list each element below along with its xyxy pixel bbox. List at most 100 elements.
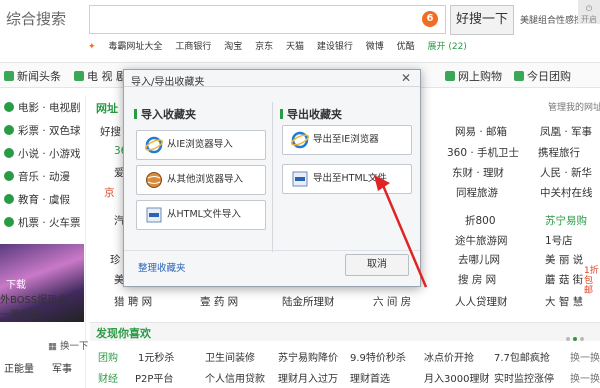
site-link[interactable]: 珍: [110, 252, 121, 267]
unfold-link[interactable]: 展开 (22): [428, 42, 467, 52]
game-ad-caption[interactable]: 外BOSS爆现金: [0, 291, 67, 306]
site-link[interactable]: 京: [104, 185, 115, 200]
news-link[interactable]: 9.9特价秒杀: [350, 349, 406, 364]
quick-link[interactable]: 淘宝: [224, 42, 242, 52]
ie-icon: [291, 131, 309, 149]
sidebar-item-lottery[interactable]: 彩票 · 双色球: [4, 123, 81, 138]
sidebar-item-music[interactable]: 音乐 · 动漫: [4, 169, 70, 184]
search-button[interactable]: 好搜一下: [450, 5, 514, 35]
organize-favorites-link[interactable]: 整理收藏夹: [138, 260, 186, 274]
site-link[interactable]: 同程旅游: [456, 185, 498, 200]
top-search-bar: 综合搜索 6 好搜一下 美腿组合性感撩人 ✦ 毒霸网址大全 工商银行 淘宝 京东…: [0, 0, 600, 62]
category-shopping[interactable]: 网上购物: [445, 68, 502, 84]
quick-link[interactable]: 天猫: [286, 42, 304, 52]
ie-icon: [145, 136, 163, 154]
tab-military[interactable]: 军事: [52, 360, 72, 375]
swap-button[interactable]: ▦ 换一下: [48, 338, 89, 352]
import-from-html-button[interactable]: 从HTML文件导入: [136, 200, 266, 230]
search-badge-icon[interactable]: 6: [422, 11, 438, 27]
site-link[interactable]: 网易 · 邮箱: [455, 124, 507, 139]
site-link[interactable]: 好搜: [100, 124, 121, 139]
open-toggle-button[interactable]: ⏻ 开启: [578, 0, 600, 24]
site-link[interactable]: 360 · 手机卫士: [447, 145, 519, 160]
site-link[interactable]: 苏宁易购: [545, 213, 587, 228]
quick-link[interactable]: 毒霸网址大全: [108, 42, 162, 52]
site-link[interactable]: 陆金所理财: [282, 294, 335, 309]
close-icon[interactable]: ✕: [401, 71, 411, 85]
quick-link[interactable]: 工商银行: [175, 42, 211, 52]
quick-link[interactable]: 微博: [366, 42, 384, 52]
hot-icon: ✦: [88, 42, 96, 52]
html-file-icon: [146, 207, 162, 223]
site-link[interactable]: 蘑 菇 街: [545, 272, 583, 287]
manage-sites-link[interactable]: 管理我的网址: [548, 100, 600, 113]
news-link[interactable]: 卫生间装修: [205, 349, 255, 364]
site-link[interactable]: 去哪儿网: [458, 252, 500, 267]
tab-positive[interactable]: 正能量: [4, 360, 34, 375]
site-link[interactable]: 1号店: [545, 233, 573, 248]
site-link[interactable]: 人人贷理财: [455, 294, 508, 309]
search-category-label[interactable]: 综合搜索: [6, 8, 66, 29]
site-link[interactable]: 凤凰 · 军事: [540, 124, 592, 139]
sidebar-item-education[interactable]: 教育 · 虞假: [4, 192, 70, 207]
news-link[interactable]: 1元秒杀: [138, 349, 174, 364]
carousel-dots[interactable]: [566, 331, 596, 341]
game-ad-caption[interactable]: 一美娇娘: [0, 306, 40, 321]
news-link[interactable]: 实时监控涨停: [494, 370, 554, 385]
news-link[interactable]: P2P平台: [135, 370, 173, 385]
quick-link[interactable]: 建设银行: [317, 42, 353, 52]
site-link[interactable]: 人民 · 新华: [540, 165, 592, 180]
power-icon: ⏻: [585, 4, 593, 13]
refresh-icon: ▦: [48, 341, 57, 352]
site-link[interactable]: 大 智 慧: [545, 294, 583, 309]
category-groupbuy[interactable]: 今日团购: [514, 68, 571, 84]
music-icon: [4, 171, 14, 181]
news-link[interactable]: 冰点价开抢: [424, 349, 474, 364]
quick-links: ✦ 毒霸网址大全 工商银行 淘宝 京东 天猫 建设银行 微博 优酷 展开 (22…: [88, 39, 477, 53]
html-file-icon: [292, 171, 308, 187]
export-to-ie-button[interactable]: 导出至IE浏览器: [282, 125, 412, 155]
discover-section-bar: [90, 322, 600, 341]
category-tv[interactable]: 电 视 剧: [74, 68, 127, 84]
site-link[interactable]: 东财 · 理财: [452, 165, 504, 180]
film-icon: [4, 102, 14, 112]
education-icon: [4, 194, 14, 204]
news-link[interactable]: 理财首选: [350, 370, 390, 385]
globe-icon: [146, 172, 162, 188]
import-from-other-browser-button[interactable]: 从其他浏览器导入: [136, 165, 266, 195]
sidebar-item-movie[interactable]: 电影 · 电视剧: [4, 100, 81, 115]
quick-link[interactable]: 京东: [255, 42, 273, 52]
site-link[interactable]: 猎 聘 网: [114, 294, 152, 309]
site-link[interactable]: 携程旅行: [538, 145, 580, 160]
search-input[interactable]: [89, 5, 446, 34]
plane-icon: [4, 217, 14, 227]
site-link[interactable]: 搜 房 网: [458, 272, 496, 287]
news-category[interactable]: 财经: [98, 370, 118, 385]
annotation-arrow-icon: [374, 175, 428, 288]
site-header: 网址: [96, 102, 118, 115]
site-link[interactable]: 途牛旅游网: [455, 233, 508, 248]
import-from-ie-button[interactable]: 从IE浏览器导入: [136, 130, 266, 160]
news-link[interactable]: 7.7包邮疯抢: [494, 349, 550, 364]
site-link[interactable]: 折800: [465, 213, 496, 228]
promo-badge[interactable]: 1折包邮: [584, 266, 600, 296]
export-section-title: 导出收藏夹: [280, 106, 342, 122]
quick-link[interactable]: 优酷: [397, 42, 415, 52]
site-link[interactable]: 中关村在线: [540, 185, 593, 200]
news-link[interactable]: 个人信用贷款: [205, 370, 265, 385]
site-link[interactable]: 美 丽 说: [545, 252, 583, 267]
news-link[interactable]: 理财月入过万: [278, 370, 338, 385]
news-category[interactable]: 团购: [98, 349, 118, 364]
news-icon: [4, 71, 14, 81]
lottery-icon: [4, 125, 14, 135]
swap-link[interactable]: 换一换: [570, 349, 600, 364]
news-link[interactable]: 月入3000理财: [424, 370, 489, 385]
news-link[interactable]: 苏宁易购降价: [278, 349, 338, 364]
category-news[interactable]: 新闻头条: [4, 68, 61, 84]
sidebar-item-flight[interactable]: 机票 · 火车票: [4, 215, 81, 230]
sidebar-item-novel[interactable]: 小说 · 小游戏: [4, 146, 81, 161]
section-divider: [272, 102, 273, 252]
swap-link[interactable]: 换一换: [570, 370, 600, 385]
site-link[interactable]: 六 间 房: [373, 294, 411, 309]
site-link[interactable]: 壹 药 网: [200, 294, 238, 309]
